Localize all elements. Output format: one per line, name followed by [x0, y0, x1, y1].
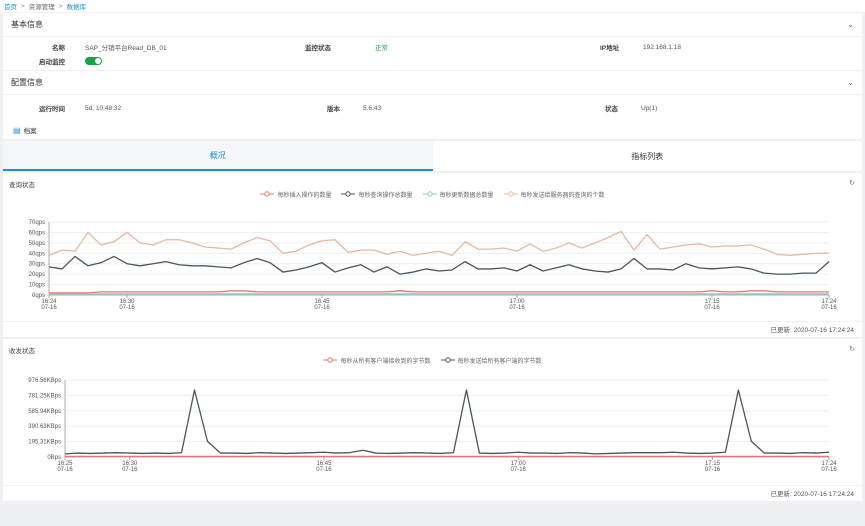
last-updated: 已更新: 2020-07-16 17:24:24 [3, 485, 862, 499]
y-tick-label: 781.25KBps [28, 393, 61, 399]
x-tick-date: 07-16 [119, 305, 135, 311]
x-tick-date: 07-16 [704, 305, 720, 311]
basic-info-panel: 基本信息 ⌄ 名称 SAP_分销平台Read_DB_01 监控状态 正常 IP地… [3, 13, 862, 70]
legend-label: 每秒发送给所有客户端的字节数 [457, 358, 542, 365]
chart-legend: 每秒从所有客户端接收到的字节数 每秒发送给所有客户端的字节数 [3, 355, 862, 365]
legend-label: 每秒发送给服务器的查询的个数 [520, 192, 605, 199]
config-info-header[interactable]: 配置信息 ⌄ [3, 71, 862, 95]
tab-metrics-list[interactable]: 指标列表 [432, 141, 862, 171]
monitor-status-value: 正常 [375, 45, 388, 52]
config-info-title: 配置信息 [11, 78, 43, 87]
chart-legend: 每秒插入操作的数量 每秒查询操作总数量 每秒更新数据总数量 每秒发送给服务器的查询的个… [3, 189, 862, 199]
version-label: 版本 [327, 106, 340, 113]
status-label: 状态 [605, 106, 618, 113]
legend-swatch [341, 191, 356, 197]
breadcrumb-resource[interactable]: 资源管理 [29, 1, 55, 11]
basic-info-header[interactable]: 基本信息 ⌄ [3, 13, 862, 37]
y-tick-label: 585.94KBps [28, 409, 61, 415]
x-tick-date: 07-16 [314, 305, 330, 311]
query-status-title: 查询状态 [9, 182, 35, 189]
chevron-down-icon[interactable]: ⌄ [847, 20, 854, 29]
y-tick-label: 976.56KBps [28, 378, 61, 384]
legend-swatch [440, 357, 455, 363]
x-tick-date: 07-16 [511, 467, 527, 473]
tab-bar: 概况 指标列表 [3, 141, 862, 171]
archive-icon: ▤ [13, 125, 21, 135]
legend-label: 每秒插入操作的数量 [277, 192, 332, 199]
y-tick-label: 20qps [29, 272, 45, 278]
traffic-status-panel: 收发状态 ↻ 每秒从所有客户端接收到的字节数 每秒发送给所有客户端的字节数 976… [3, 339, 862, 501]
x-tick-date: 07-16 [705, 467, 721, 473]
breadcrumb-current: 数据库 [66, 4, 87, 11]
series-line[interactable] [64, 389, 830, 455]
legend-label: 每秒从所有客户端接收到的字节数 [340, 358, 431, 365]
legend-swatch [323, 357, 338, 363]
query-status-panel: 查询状态 ↻ 每秒插入操作的数量 每秒查询操作总数量 每秒更新数据总数量 每秒发送给服… [3, 173, 862, 337]
y-tick-label: 50qps [29, 241, 45, 247]
legend-item[interactable]: 每秒发送给服务器的查询的个数 [503, 190, 605, 199]
traffic-status-chart: 976.56KBps 781.25KBps 585.94KBps 390.63KBps… [28, 378, 837, 473]
uptime-label: 运行时间 [39, 106, 65, 113]
legend-item[interactable]: 每秒发送给所有客户端的字节数 [440, 356, 542, 365]
y-tick-label: 30qps [29, 262, 45, 268]
legend-item[interactable]: 每秒插入操作的数量 [260, 190, 331, 199]
y-tick-label: 70qps [29, 220, 45, 226]
breadcrumb: 首页 > 资源管理 > 数据库 [0, 0, 865, 12]
version-value: 5.6.43 [363, 104, 382, 112]
basic-info-title: 基本信息 [11, 20, 43, 29]
archive-link[interactable]: ▤ 档案 [3, 121, 862, 139]
ip-value: 192.168.1.18 [643, 43, 681, 51]
series-line[interactable] [48, 230, 829, 257]
refresh-icon[interactable]: ↻ [849, 179, 855, 187]
ip-label: IP地址 [600, 45, 620, 52]
x-tick-date: 07-16 [509, 305, 525, 311]
y-tick-label: 40qps [29, 251, 45, 257]
chevron-down-icon[interactable]: ⌄ [847, 78, 854, 87]
legend-item[interactable]: 每秒更新数据总数量 [422, 190, 494, 199]
legend-label: 每秒查询操作总数量 [358, 192, 413, 199]
archive-label: 档案 [23, 128, 37, 135]
refresh-icon[interactable]: ↻ [849, 345, 855, 353]
breadcrumb-separator: > [58, 2, 63, 10]
x-tick-date: 07-16 [57, 467, 73, 473]
series-line[interactable] [48, 255, 830, 275]
legend-swatch [260, 191, 275, 197]
query-status-chart: 70qps60qps50qps40qps30qps20qps10qps0qps1… [29, 220, 838, 311]
name-label: 名称 [52, 45, 65, 52]
enable-monitor-toggle[interactable] [85, 57, 102, 65]
x-tick-date: 07-16 [122, 467, 138, 473]
legend-item[interactable]: 每秒从所有客户端接收到的字节数 [323, 356, 431, 365]
y-tick-label: 195.31KBps [28, 440, 61, 446]
legend-swatch [503, 191, 518, 197]
last-updated: 已更新: 2020-07-16 17:24:24 [3, 321, 862, 335]
series-line[interactable] [49, 290, 829, 294]
legend-swatch [422, 191, 437, 197]
uptime-value: 5d, 10:48:32 [85, 104, 122, 112]
legend-item[interactable]: 每秒查询操作总数量 [341, 190, 413, 199]
breadcrumb-separator: > [21, 2, 25, 10]
y-tick-label: 10qps [29, 283, 45, 289]
name-value: SAP_分销平台Read_DB_01 [85, 45, 167, 52]
breadcrumb-home[interactable]: 首页 [4, 1, 17, 11]
x-tick-date: 07-16 [821, 305, 837, 311]
y-tick-label: 60qps [29, 230, 45, 236]
traffic-status-title: 收发状态 [9, 348, 35, 355]
enable-monitor-label: 启动监控 [39, 59, 65, 66]
legend-label: 每秒更新数据总数量 [439, 192, 494, 199]
x-tick-date: 07-16 [821, 467, 837, 473]
status-value: Up(1) [641, 104, 658, 112]
config-info-panel: 配置信息 ⌄ 运行时间 5d, 10:48:32 版本 5.6.43 状态 Up… [3, 71, 862, 139]
x-tick-date: 07-16 [316, 467, 332, 473]
tab-overview[interactable]: 概况 [3, 141, 433, 171]
monitor-status-label: 监控状态 [305, 45, 331, 52]
x-tick-date: 07-16 [41, 305, 57, 311]
y-tick-label: 390.63KBps [28, 424, 61, 430]
